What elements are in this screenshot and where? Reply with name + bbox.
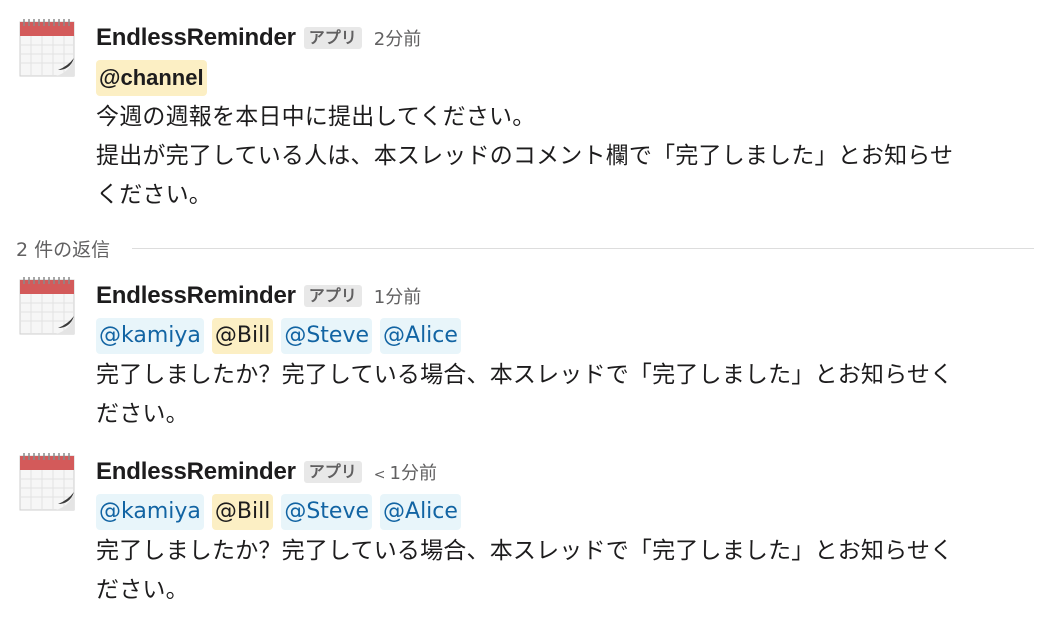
message-line: 完了しましたか？完了している場合、本スレッドで「完了しました」とお知らせく — [96, 538, 954, 564]
calendar-icon[interactable] — [18, 276, 76, 336]
message-line: ください。 — [96, 182, 212, 208]
calendar-icon[interactable] — [18, 452, 76, 512]
message-header: EndlessReminder アプリ 2分前 — [96, 18, 1040, 58]
user-mention[interactable]: @Bill — [211, 494, 274, 530]
message-header: EndlessReminder アプリ <1分前 — [96, 452, 1040, 492]
user-mention[interactable]: @Steve — [281, 494, 373, 530]
message-line: ださい。 — [96, 577, 189, 603]
message-line: ださい。 — [96, 401, 189, 427]
sender-name[interactable]: EndlessReminder — [96, 24, 296, 52]
mention-row: @channel — [96, 58, 1040, 98]
sender-name[interactable]: EndlessReminder — [96, 282, 296, 310]
timestamp-text: 1分前 — [389, 463, 437, 484]
user-mention[interactable]: @kamiya — [96, 494, 204, 530]
timestamp[interactable]: <1分前 — [374, 459, 437, 485]
mention-row: @kamiya @Bill @Steve @Alice — [96, 316, 1040, 356]
timestamp[interactable]: 1分前 — [374, 283, 421, 309]
message-content: EndlessReminder アプリ <1分前 @kamiya @Bill @… — [96, 452, 1040, 610]
replies-divider: 2 件の返信 — [16, 230, 1034, 266]
message-line: 提出が完了している人は、本スレッドのコメント欄で「完了しました」とお知らせ — [96, 143, 954, 169]
app-badge: アプリ — [303, 461, 362, 483]
replies-count-label: 2 件の返信 — [16, 238, 111, 261]
divider-line — [132, 247, 1034, 249]
message-header: EndlessReminder アプリ 1分前 — [96, 276, 1040, 316]
calendar-icon[interactable] — [18, 18, 76, 78]
app-badge: アプリ — [303, 27, 362, 49]
user-mention[interactable]: @Steve — [281, 318, 373, 354]
mention-row: @kamiya @Bill @Steve @Alice — [96, 492, 1040, 532]
channel-mention[interactable]: @channel — [96, 60, 207, 96]
message-line: 完了しましたか？完了している場合、本スレッドで「完了しました」とお知らせく — [96, 362, 954, 388]
user-mention[interactable]: @Alice — [380, 494, 461, 530]
user-mention[interactable]: @Alice — [380, 318, 461, 354]
user-mention[interactable]: @Bill — [211, 318, 274, 354]
thread-marker: < — [373, 467, 386, 483]
message-line: 今週の週報を本日中に提出してください。 — [96, 104, 536, 130]
timestamp[interactable]: 2分前 — [374, 25, 421, 51]
message-content: EndlessReminder アプリ 1分前 @kamiya @Bill @S… — [96, 276, 1040, 434]
app-badge: アプリ — [303, 285, 362, 307]
user-mention[interactable]: @kamiya — [96, 318, 204, 354]
message-content: EndlessReminder アプリ 2分前 @channel 今週の週報を本… — [96, 18, 1040, 215]
sender-name[interactable]: EndlessReminder — [96, 458, 296, 486]
